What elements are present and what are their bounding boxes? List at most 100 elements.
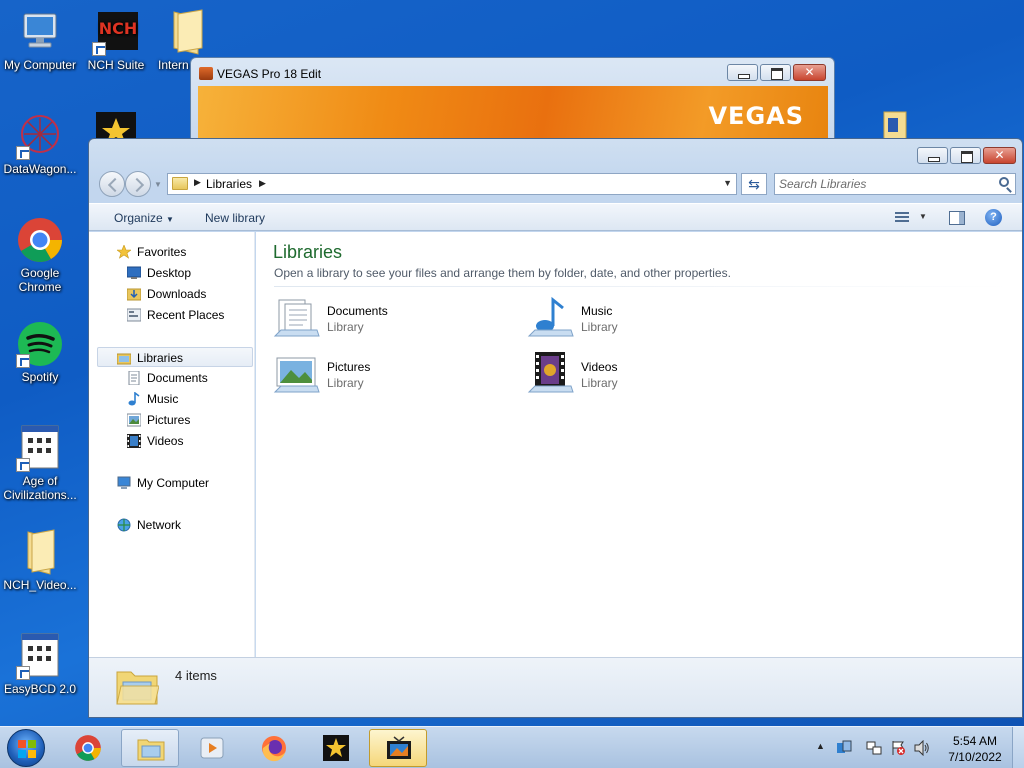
firefox-icon — [260, 734, 288, 762]
music-icon — [127, 391, 141, 406]
vegas-window[interactable]: VEGAS Pro 18 Edit VEGAS — [190, 57, 835, 147]
desktop-icon-datawagon[interactable]: DataWagon... — [0, 112, 80, 176]
nav-desktop[interactable]: Desktop — [89, 263, 255, 283]
nav-downloads[interactable]: Downloads — [89, 284, 255, 304]
windows-logo-icon — [18, 740, 36, 758]
navigation-pane: Favorites Desktop Downloads Recent Place… — [89, 232, 255, 657]
nav-documents[interactable]: Documents — [89, 368, 255, 388]
video-app-icon — [198, 734, 226, 762]
chrome-icon — [16, 216, 64, 264]
show-hidden-icons-button[interactable]: ▲ — [816, 741, 825, 751]
library-heading: Libraries — [273, 242, 343, 262]
close-button[interactable] — [793, 64, 826, 81]
nav-network[interactable]: Network — [89, 515, 255, 535]
maximize-button[interactable] — [760, 64, 791, 81]
nav-label: My Computer — [137, 476, 210, 490]
tray-app-icon[interactable] — [836, 740, 852, 756]
new-library-button[interactable]: New library — [205, 211, 265, 225]
computer-icon — [117, 476, 131, 490]
nav-label: Music — [147, 392, 179, 406]
shortcut-arrow-icon — [16, 458, 30, 472]
action-center-icon[interactable] — [890, 740, 906, 756]
library-tile-music[interactable]: Music Library — [527, 296, 747, 344]
desktop-icon-nch-suite[interactable]: NCH NCH Suite — [76, 8, 156, 72]
minimize-button[interactable] — [727, 64, 758, 81]
organize-button[interactable]: Organize ▼ — [114, 211, 174, 225]
movie-maker-icon — [322, 734, 350, 762]
desktop-icon-label: DataWagon... — [3, 162, 77, 176]
change-view-button[interactable] — [895, 210, 909, 224]
desktop-icon-google-chrome[interactable]: Google Chrome — [0, 216, 80, 294]
clock-date[interactable]: 7/10/2022 — [940, 750, 1010, 764]
desktop-icon-age-of-civilizations[interactable]: Age of Civilizations... — [0, 424, 80, 502]
breadcrumb-separator-icon[interactable]: ▶ — [259, 178, 266, 189]
close-button[interactable] — [983, 147, 1016, 164]
breadcrumb-libraries[interactable]: Libraries — [206, 177, 252, 191]
start-button[interactable] — [7, 729, 45, 767]
windows-explorer-icon — [137, 735, 165, 763]
nav-favorites[interactable]: Favorites — [89, 242, 255, 262]
volume-icon[interactable] — [914, 739, 930, 757]
nav-label: Recent Places — [147, 308, 225, 322]
view-options-dropdown[interactable]: ▼ — [919, 212, 927, 221]
nav-label: Favorites — [137, 245, 187, 259]
nav-label: Videos — [147, 434, 184, 448]
clock-time[interactable]: 5:54 AM — [940, 734, 1010, 748]
network-status-icon[interactable] — [866, 740, 882, 756]
nav-videos[interactable]: Videos — [89, 431, 255, 451]
recent-places-icon — [126, 308, 142, 322]
nav-my-computer[interactable]: My Computer — [89, 473, 255, 493]
minimize-button[interactable] — [917, 147, 948, 164]
network-icon — [117, 518, 131, 532]
maximize-button[interactable] — [950, 147, 981, 164]
documents-icon — [127, 370, 141, 386]
show-desktop-button[interactable] — [1012, 727, 1024, 768]
desktop-icon-label: Spotify — [21, 370, 59, 384]
navigation-bar: ▼ ▶ Libraries ▶ ▼ ⇆ — [97, 171, 1016, 197]
taskbar-movie-maker[interactable] — [307, 729, 365, 767]
taskbar-nch-video[interactable] — [183, 729, 241, 767]
documents-library-icon — [273, 296, 321, 344]
explorer-window[interactable]: ▼ ▶ Libraries ▶ ▼ ⇆ Organize ▼ New libra… — [88, 138, 1023, 718]
taskbar-windows-explorer[interactable] — [121, 729, 179, 767]
command-bar: Organize ▼ New library ▼ ? — [89, 203, 1022, 231]
nav-libraries[interactable]: Libraries — [97, 347, 253, 367]
search-input[interactable] — [779, 176, 984, 192]
library-tile-videos[interactable]: Videos Library — [527, 352, 747, 400]
help-button[interactable]: ? — [985, 209, 1002, 226]
content-divider — [274, 286, 1010, 287]
desktop-icon-spotify[interactable]: Spotify — [0, 320, 80, 384]
library-type: Library — [327, 376, 364, 390]
nav-music[interactable]: Music — [89, 389, 255, 409]
address-dropdown[interactable]: ▼ — [723, 178, 732, 188]
pictures-icon — [126, 413, 142, 427]
breadcrumb-separator-icon[interactable]: ▶ — [194, 177, 201, 188]
recent-pages-dropdown[interactable]: ▼ — [154, 180, 162, 189]
nav-recent-places[interactable]: Recent Places — [89, 305, 255, 325]
shortcut-arrow-icon — [16, 666, 30, 680]
desktop-icon-nch-video[interactable]: NCH_Video... — [0, 528, 80, 592]
window-caption-buttons — [727, 64, 826, 81]
taskbar-chrome[interactable] — [59, 729, 117, 767]
chrome-icon — [74, 734, 102, 762]
search-box[interactable] — [774, 173, 1016, 195]
taskbar-firefox[interactable] — [245, 729, 303, 767]
search-icon[interactable] — [999, 177, 1009, 187]
library-tile-documents[interactable]: Documents Library — [273, 296, 493, 344]
taskbar: ▲ 5:54 AM 7/10/2022 — [0, 726, 1024, 768]
nav-label: Libraries — [137, 351, 184, 365]
taskbar-vegas[interactable] — [369, 729, 427, 767]
desktop-icon-easybcd[interactable]: EasyBCD 2.0 — [0, 632, 80, 696]
address-bar[interactable]: ▶ Libraries ▶ ▼ — [167, 173, 737, 195]
preview-pane-button[interactable] — [949, 211, 965, 225]
computer-icon — [16, 8, 64, 56]
back-button[interactable] — [99, 171, 125, 197]
desktop-icon-my-computer[interactable]: My Computer — [0, 8, 80, 72]
star-icon — [116, 244, 132, 259]
nav-label: Pictures — [147, 413, 191, 427]
library-tile-pictures[interactable]: Pictures Library — [273, 352, 493, 400]
nav-pictures[interactable]: Pictures — [89, 410, 255, 430]
refresh-button[interactable]: ⇆ — [741, 173, 767, 195]
application-icon — [16, 632, 64, 680]
forward-button[interactable] — [125, 171, 151, 197]
